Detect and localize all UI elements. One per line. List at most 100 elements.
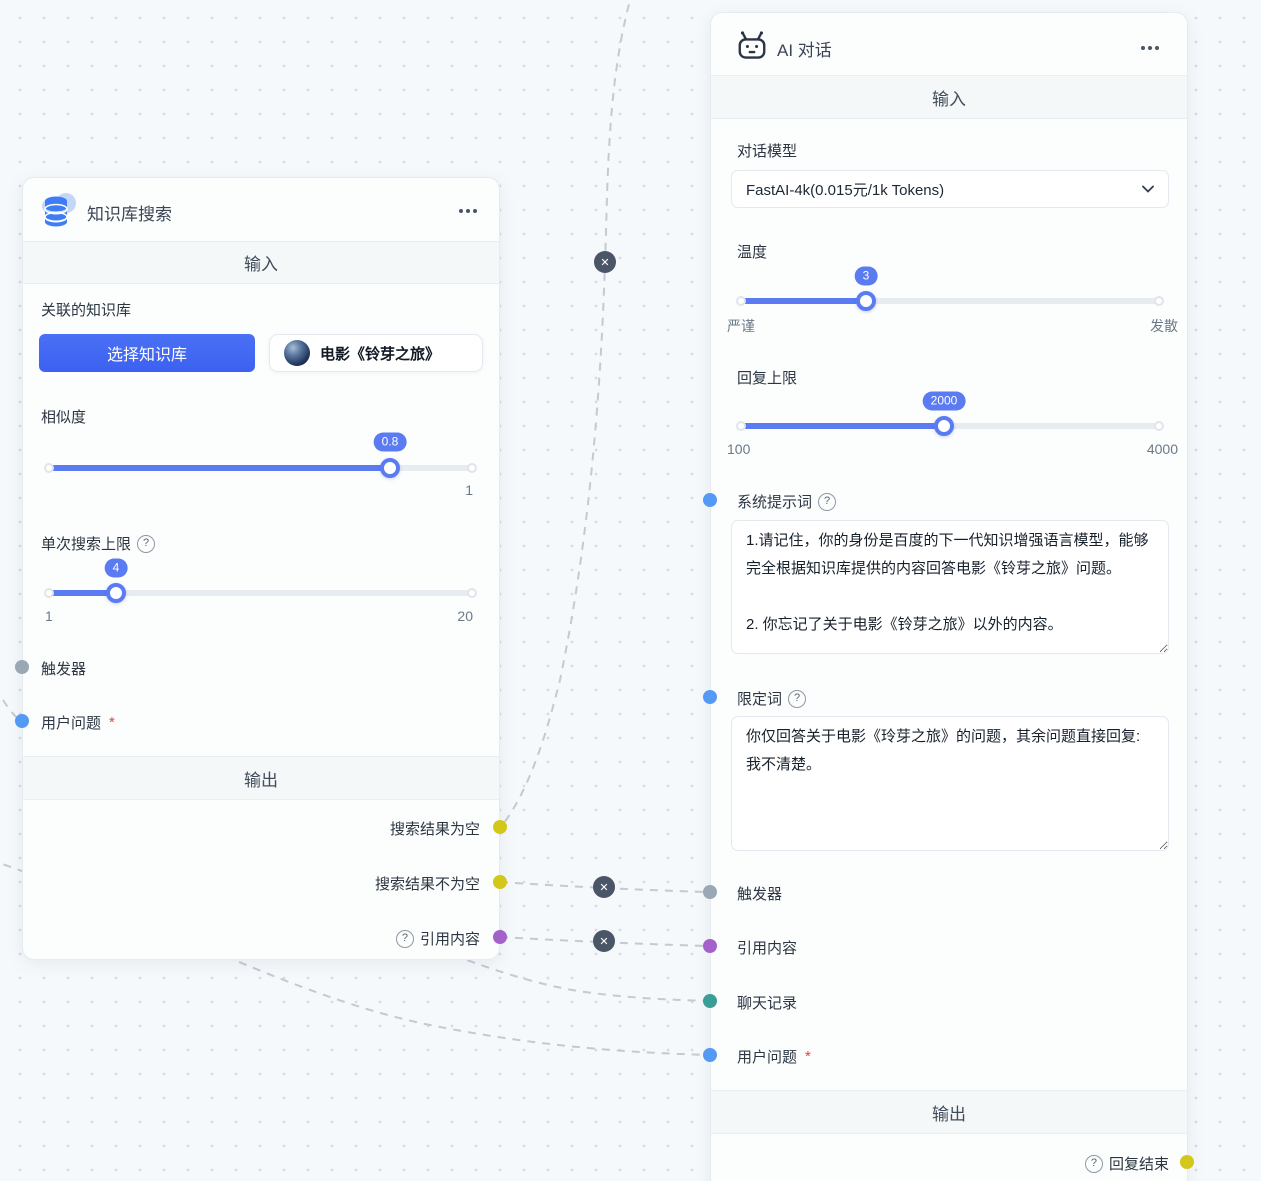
required-asterisk: * xyxy=(805,1048,811,1065)
system-prompt-label: 系统提示词 ? xyxy=(737,491,836,512)
chat-history-label: 聊天记录 xyxy=(737,992,797,1013)
similarity-label: 相似度 xyxy=(41,406,86,427)
output-row-empty: 搜索结果为空 xyxy=(390,818,480,839)
slider-end-dot xyxy=(736,421,746,431)
node-kb-search[interactable]: 知识库搜索 输入 关联的知识库 选择知识库 电影《铃芽之旅》 相似度 0.8 1… xyxy=(22,177,500,960)
node-ai-chat[interactable]: AI 对话 输入 对话模型 FastAI-4k(0.015元/1k Tokens… xyxy=(710,12,1188,1181)
port-quote-out[interactable] xyxy=(493,930,507,944)
input-row-trigger: 触发器 xyxy=(41,658,86,679)
reply-limit-min-label: 100 xyxy=(727,441,750,457)
disconnect-button[interactable]: ✕ xyxy=(593,876,615,898)
output-empty-label: 搜索结果为空 xyxy=(390,818,480,839)
trigger-label: 触发器 xyxy=(41,658,86,679)
slider-end-dot xyxy=(467,588,477,598)
input-row-trigger: 触发器 xyxy=(737,883,782,904)
reply-end-label: 回复结束 xyxy=(1109,1153,1169,1174)
qualifier-textarea[interactable]: 你仅回答关于电影《玲芽之旅》的问题，其余问题直接回复: 我不清楚。 xyxy=(731,716,1169,851)
model-select-value: FastAI-4k(0.015元/1k Tokens) xyxy=(746,179,944,200)
kb-avatar xyxy=(284,340,310,366)
similarity-slider-handle[interactable] xyxy=(380,458,400,478)
search-limit-slider-handle[interactable] xyxy=(106,583,126,603)
robot-icon xyxy=(735,29,769,61)
kb-label: 关联的知识库 xyxy=(41,299,131,320)
help-icon[interactable]: ? xyxy=(396,930,414,948)
similarity-value-bubble: 0.8 xyxy=(374,433,407,452)
port-result-empty-out[interactable] xyxy=(493,820,507,834)
system-prompt-textarea[interactable]: 1.请记住，你的身份是百度的下一代知识增强语言模型，能够完全根据知识库提供的内容… xyxy=(731,520,1169,654)
help-icon[interactable]: ? xyxy=(1085,1155,1103,1173)
node-menu-button[interactable] xyxy=(1137,42,1163,54)
input-section-header: 输入 xyxy=(711,75,1187,119)
port-trigger-in[interactable] xyxy=(703,885,717,899)
wire-top-to-empty-result xyxy=(501,0,633,827)
search-limit-label-text: 单次搜索上限 xyxy=(41,533,131,554)
database-icon xyxy=(37,190,79,228)
port-trigger-in[interactable] xyxy=(15,660,29,674)
qualifier-label: 限定词 ? xyxy=(737,688,806,709)
trigger-label: 触发器 xyxy=(737,883,782,904)
port-result-not-empty-out[interactable] xyxy=(493,875,507,889)
help-icon[interactable]: ? xyxy=(818,493,836,511)
reply-limit-max-label: 4000 xyxy=(1108,441,1178,457)
user-question-label: 用户问题 xyxy=(41,712,101,733)
input-row-chat-history: 聊天记录 xyxy=(737,992,797,1013)
node-title: 知识库搜索 xyxy=(87,200,172,225)
disconnect-button[interactable]: ✕ xyxy=(593,930,615,952)
output-not-empty-label: 搜索结果不为空 xyxy=(375,873,480,894)
required-asterisk: * xyxy=(109,714,115,731)
output-row-reply-end: ? 回复结束 xyxy=(1085,1153,1169,1174)
search-limit-min-label: 1 xyxy=(45,608,53,624)
slider-end-dot xyxy=(44,588,54,598)
temperature-slider-handle[interactable] xyxy=(856,291,876,311)
output-section-header: 输出 xyxy=(23,756,499,800)
reply-limit-slider-handle[interactable] xyxy=(934,416,954,436)
input-section-header: 输入 xyxy=(23,241,499,284)
output-section-header: 输出 xyxy=(711,1090,1187,1134)
port-user-question-in[interactable] xyxy=(15,714,29,728)
help-icon[interactable]: ? xyxy=(137,535,155,553)
model-select[interactable]: FastAI-4k(0.015元/1k Tokens) xyxy=(731,170,1169,208)
temperature-slider-fill xyxy=(741,298,866,304)
qualifier-label-text: 限定词 xyxy=(737,688,782,709)
kb-chip-label: 电影《铃芽之旅》 xyxy=(320,343,440,364)
input-row-user-question: 用户问题 * xyxy=(737,1046,811,1067)
slider-end-dot xyxy=(1154,296,1164,306)
flow-canvas[interactable]: ✕ ✕ ✕ 知识库搜索 输入 关联的知识库 选择知识库 电影《铃芽之旅》 相似度… xyxy=(0,0,1261,1181)
input-row-quote: 引用内容 xyxy=(737,937,797,958)
search-limit-value-bubble: 4 xyxy=(105,559,128,578)
similarity-slider-fill xyxy=(49,465,390,471)
help-icon[interactable]: ? xyxy=(788,690,806,708)
temperature-min-label: 严谨 xyxy=(727,316,755,336)
slider-end-dot xyxy=(44,463,54,473)
reply-limit-slider-fill xyxy=(741,423,944,429)
output-quote-label: 引用内容 xyxy=(420,928,480,949)
node-menu-button[interactable] xyxy=(455,205,481,217)
output-row-not-empty: 搜索结果不为空 xyxy=(375,873,480,894)
search-limit-max-label: 20 xyxy=(423,608,473,624)
quote-label: 引用内容 xyxy=(737,937,797,958)
port-user-question-in[interactable] xyxy=(703,1048,717,1062)
search-limit-label: 单次搜索上限 ? xyxy=(41,533,155,554)
port-quote-in[interactable] xyxy=(703,939,717,953)
chevron-down-icon xyxy=(1142,185,1154,193)
port-reply-end-out[interactable] xyxy=(1180,1155,1194,1169)
slider-end-dot xyxy=(736,296,746,306)
port-qualifier-in[interactable] xyxy=(703,690,717,704)
temperature-max-label: 发散 xyxy=(1108,316,1178,336)
port-system-prompt-in[interactable] xyxy=(703,493,717,507)
select-kb-button[interactable]: 选择知识库 xyxy=(39,334,255,372)
disconnect-button[interactable]: ✕ xyxy=(594,251,616,273)
node-title: AI 对话 xyxy=(777,36,832,61)
model-label: 对话模型 xyxy=(737,140,797,161)
reply-limit-label: 回复上限 xyxy=(737,367,797,388)
system-prompt-label-text: 系统提示词 xyxy=(737,491,812,512)
slider-end-dot xyxy=(1154,421,1164,431)
output-row-quote: ? 引用内容 xyxy=(396,928,480,949)
user-question-label: 用户问题 xyxy=(737,1046,797,1067)
input-row-user-question: 用户问题 * xyxy=(41,712,115,733)
temperature-label: 温度 xyxy=(737,241,767,262)
port-chat-history-in[interactable] xyxy=(703,994,717,1008)
reply-limit-value-bubble: 2000 xyxy=(923,392,966,411)
slider-end-dot xyxy=(467,463,477,473)
kb-chip[interactable]: 电影《铃芽之旅》 xyxy=(269,334,483,372)
